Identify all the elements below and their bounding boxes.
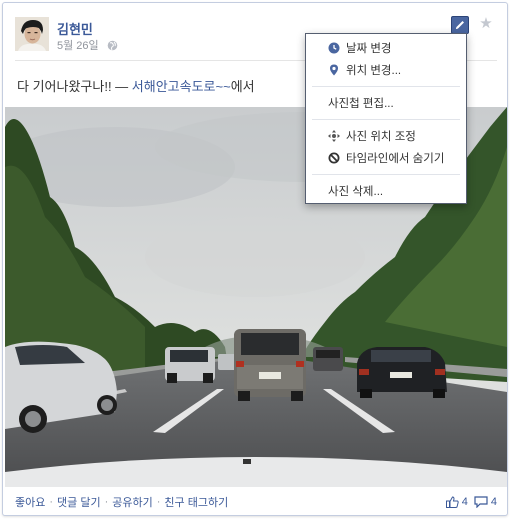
comment-count[interactable]: 4 [474, 496, 497, 508]
footer-separator: · [156, 496, 161, 508]
comment-bubble-icon [474, 496, 488, 508]
globe-icon[interactable] [107, 40, 118, 51]
post-date[interactable]: 5월 26일 [57, 37, 99, 53]
post-footer: 좋아요 · 댓글 달기 · 공유하기 · 친구 태그하기 4 4 [15, 493, 497, 511]
menu-item-hide-from-timeline[interactable]: 타임라인에서 숨기기 [306, 147, 466, 169]
location-link[interactable]: 서해안고속도로~~ [132, 79, 231, 94]
status-text: 다 기어나왔구나!! — [17, 79, 132, 94]
menu-item-label: 위치 변경... [346, 65, 402, 77]
menu-separator [312, 119, 460, 120]
comment-link[interactable]: 댓글 달기 [57, 494, 101, 510]
engagement-counts: 4 4 [445, 493, 497, 511]
menu-separator [312, 86, 460, 87]
thumbs-up-icon [445, 496, 459, 508]
hide-circle-icon [328, 152, 340, 164]
post-author-name[interactable]: 김현민 [57, 19, 93, 38]
post-status: 다 기어나왔구나!! — 서해안고속도로~~에서 [17, 76, 255, 95]
location-suffix: 에서 [230, 79, 255, 94]
menu-item-reposition-photo[interactable]: 사진 위치 조정 [306, 125, 466, 147]
move-arrows-icon [328, 130, 340, 142]
star-icon[interactable]: ★ [477, 14, 495, 34]
menu-separator [312, 174, 460, 175]
edit-post-button[interactable] [451, 16, 469, 34]
post-meta: 5월 26일 [57, 37, 118, 53]
footer-separator: · [104, 496, 109, 508]
like-count[interactable]: 4 [445, 496, 468, 508]
tag-friends-link[interactable]: 친구 태그하기 [164, 494, 228, 510]
menu-item-label: 사진 위치 조정 [346, 131, 416, 143]
like-count-value: 4 [461, 496, 468, 508]
menu-item-delete-photo[interactable]: 사진 삭제... [306, 180, 466, 202]
like-link[interactable]: 좋아요 [15, 494, 45, 510]
menu-item-edit-album[interactable]: 사진첩 편집... [306, 92, 466, 114]
post-options-menu: 날짜 변경 위치 변경... 사진첩 편집... 사진 위치 조정 타임라인에서… [305, 33, 467, 204]
comment-count-value: 4 [490, 496, 497, 508]
location-pin-icon [330, 64, 338, 76]
menu-item-label: 사진 삭제... [328, 186, 384, 198]
avatar[interactable] [15, 17, 49, 51]
menu-item-label: 날짜 변경 [346, 43, 392, 55]
footer-separator: · [49, 496, 54, 508]
menu-item-label: 타임라인에서 숨기기 [346, 153, 445, 165]
clock-icon [328, 42, 340, 54]
menu-item-change-date[interactable]: 날짜 변경 [306, 37, 466, 59]
menu-item-change-location[interactable]: 위치 변경... [306, 59, 466, 81]
menu-item-label: 사진첩 편집... [328, 98, 394, 110]
pencil-icon [456, 21, 464, 29]
share-link[interactable]: 공유하기 [112, 494, 152, 510]
